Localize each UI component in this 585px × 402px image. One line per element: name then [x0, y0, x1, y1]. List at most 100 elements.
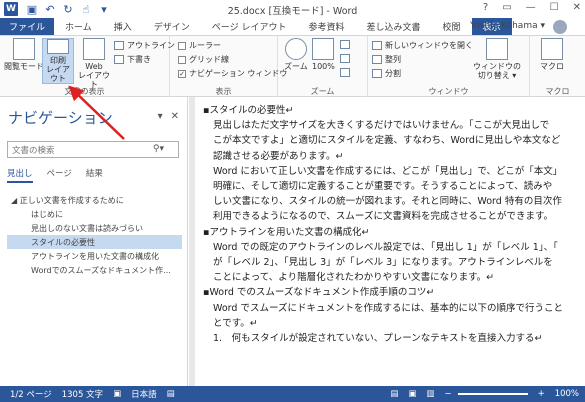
tab-home[interactable]: ホーム [54, 18, 103, 35]
maximize-button[interactable]: ☐ [550, 2, 559, 13]
multiple-pages-button[interactable] [340, 54, 350, 63]
tree-item[interactable]: はじめに [7, 207, 182, 221]
nav-pane-check[interactable]: ✓ [178, 69, 186, 78]
heading-tree: ◢ 正しい文書を作成するために はじめに 見出しのない文書は読みづらい スタイル… [7, 193, 182, 277]
print-layout-button[interactable]: 印刷 レイアウト [42, 38, 74, 84]
tab-file[interactable]: ファイル [0, 18, 55, 35]
close-button[interactable]: ✕ [573, 2, 581, 13]
nav-search-input[interactable]: 文書の検索 ⚲▾ [7, 141, 179, 158]
read-mode-view-icon[interactable]: ▤ [390, 389, 398, 399]
tab-insert[interactable]: 挿入 [103, 18, 143, 35]
text-line: とです。↵ [213, 317, 258, 329]
tab-design[interactable]: デザイン [143, 18, 201, 35]
language[interactable]: 日本語 [131, 388, 157, 400]
user-name[interactable]: Yoshie Kohama ▾ [470, 21, 545, 31]
tree-item[interactable]: アウトラインを用いた文書の構成化 [7, 249, 182, 263]
macro-button[interactable]: マクロ [540, 38, 564, 71]
split-icon [372, 69, 382, 78]
text-line: 見出しはただ文字サイズを大きくするだけではいけません。「ここが大見出しで [213, 120, 550, 132]
web-layout-button[interactable]: Web レイアウト [78, 38, 110, 89]
touch-mode-icon[interactable]: ☝ [80, 3, 92, 16]
help-icon[interactable]: ? [483, 2, 488, 13]
tree-item[interactable]: 見出しのない文書は読みづらい [7, 221, 182, 235]
tree-item-selected[interactable]: スタイルの必要性 [7, 235, 182, 249]
page-width-icon [340, 68, 350, 77]
navigation-pane: ナビゲーション ▾ ✕ 文書の検索 ⚲▾ 見出し ページ 結果 ◢ 正しい文書を… [0, 97, 188, 386]
nav-pane-checkbox[interactable]: ✓ ナビゲーション ウィンドウ [178, 68, 287, 79]
macro-record-icon[interactable]: ▤ [167, 389, 175, 399]
arrange-all-button[interactable]: 整列 [372, 54, 401, 65]
views-group: 閲覧モード 印刷 レイアウト Web レイアウト アウトライン 下書き 文書の表… [0, 36, 175, 98]
gridlines-checkbox[interactable]: グリッド線 [178, 54, 229, 65]
document-body[interactable]: ▪スタイルの必要性↵ 見出しはただ文字サイズを大きくするだけではいけません。「こ… [203, 103, 583, 346]
nav-pane-controls: ▾ ✕ [158, 111, 179, 122]
web-layout-view-icon[interactable]: ▥ [426, 389, 434, 399]
one-page-icon [340, 40, 350, 49]
quick-access-toolbar: ▣ ↶ ↻ ☝ ▾ [26, 3, 110, 16]
tree-item[interactable]: Wordでのスムーズなドキュメント作... [7, 263, 182, 277]
macro-icon [541, 38, 563, 60]
switch-windows-button[interactable]: ウィンドウの 切り替え ▾ [472, 38, 522, 80]
search-icon[interactable]: ⚲▾ [153, 144, 164, 154]
outline-button[interactable]: アウトライン [114, 40, 175, 51]
text-line: こが本文ですよ」と適切にスタイルを定義、すなわち、Wordに見出しや本文など [213, 135, 561, 147]
web-layout-icon [83, 38, 105, 60]
ruler-checkbox[interactable]: ルーラー [178, 40, 221, 51]
zoom-group-label: ズーム [310, 87, 335, 96]
nav-tab-results[interactable]: 結果 [86, 167, 103, 183]
read-mode-icon [13, 38, 35, 60]
new-window-button[interactable]: 新しいウィンドウを開く [372, 40, 473, 51]
read-mode-button[interactable]: 閲覧モード [4, 38, 44, 71]
undo-icon[interactable]: ↶ [44, 3, 56, 16]
ribbon-tabs: ファイル ホーム 挿入 デザイン ページ レイアウト 参考資料 差し込み文書 校… [0, 18, 585, 35]
minimize-button[interactable]: — [526, 2, 536, 13]
tab-review[interactable]: 校閲 [432, 18, 472, 35]
nav-tab-headings[interactable]: 見出し [7, 167, 33, 183]
gridlines-check[interactable] [178, 55, 186, 64]
proofing-icon[interactable]: ▣ [113, 389, 121, 399]
views-group-label: 文書の表示 [64, 87, 105, 96]
window-group-label: ウィンドウ [428, 87, 469, 96]
zoom-100-button[interactable]: 100% [312, 38, 335, 71]
macro-group-label: マクロ [545, 87, 570, 96]
switch-windows-icon [486, 38, 508, 60]
page-count[interactable]: 1/2 ページ [10, 388, 52, 400]
text-line: Word において正しい文書を作成するには、どこが「見出し」で、どこが「本文」 [213, 165, 563, 177]
avatar[interactable] [553, 20, 567, 34]
zoom-out-icon[interactable]: − [444, 389, 451, 399]
nav-pane-options-icon[interactable]: ▾ [158, 111, 163, 122]
magnifier-icon [284, 38, 307, 60]
document-area[interactable]: ▪スタイルの必要性↵ 見出しはただ文字サイズを大きくするだけではいけません。「こ… [189, 97, 585, 386]
text-line: しい文書になり、スタイルの統一が図れます。それと同時に、Word 特有の目次作 [213, 196, 562, 208]
text-line: 明確に、そして適切に定義することが重要です。そうすることによって、読みや [213, 181, 553, 193]
tab-page-layout[interactable]: ページ レイアウト [201, 18, 298, 35]
ribbon: 閲覧モード 印刷 レイアウト Web レイアウト アウトライン 下書き 文書の表… [0, 35, 585, 98]
word-logo-icon[interactable]: W [4, 2, 18, 16]
page-width-button[interactable] [340, 68, 350, 77]
tree-item[interactable]: ◢ 正しい文書を作成するために [7, 193, 182, 207]
word-count[interactable]: 1305 文字 [62, 388, 103, 400]
zoom-button[interactable]: ズーム [284, 38, 308, 71]
zoom-in-icon[interactable]: + [538, 389, 545, 399]
split-button[interactable]: 分割 [372, 68, 401, 79]
text-line: Word での既定のアウトラインのレベル設定では、「見出し 1」が「レベル 1」… [213, 241, 558, 253]
nav-tabs: 見出し ページ 結果 [7, 167, 103, 183]
draft-button[interactable]: 下書き [114, 54, 151, 65]
tab-mailings[interactable]: 差し込み文書 [355, 18, 431, 35]
text-line: 利用できるようになるので、スムーズに文書資料を完成させることができます。 [213, 211, 554, 223]
customize-qat-icon[interactable]: ▾ [98, 3, 110, 16]
zoom-group: ズーム 100% ズーム [278, 36, 368, 98]
ribbon-display-icon[interactable]: ▭ [502, 2, 511, 13]
nav-pane-close-icon[interactable]: ✕ [171, 111, 179, 122]
outline-icon [114, 41, 124, 50]
nav-tab-pages[interactable]: ページ [47, 167, 72, 183]
zoom-level[interactable]: 100% [555, 389, 579, 399]
ruler-check[interactable] [178, 41, 186, 50]
save-icon[interactable]: ▣ [26, 3, 38, 16]
one-page-button[interactable] [340, 40, 350, 49]
macro-group: マクロ マクロ [530, 36, 585, 98]
redo-icon[interactable]: ↻ [62, 3, 74, 16]
print-layout-view-icon[interactable]: ▣ [408, 389, 416, 399]
zoom-slider[interactable] [457, 393, 528, 395]
tab-references[interactable]: 参考資料 [297, 18, 355, 35]
